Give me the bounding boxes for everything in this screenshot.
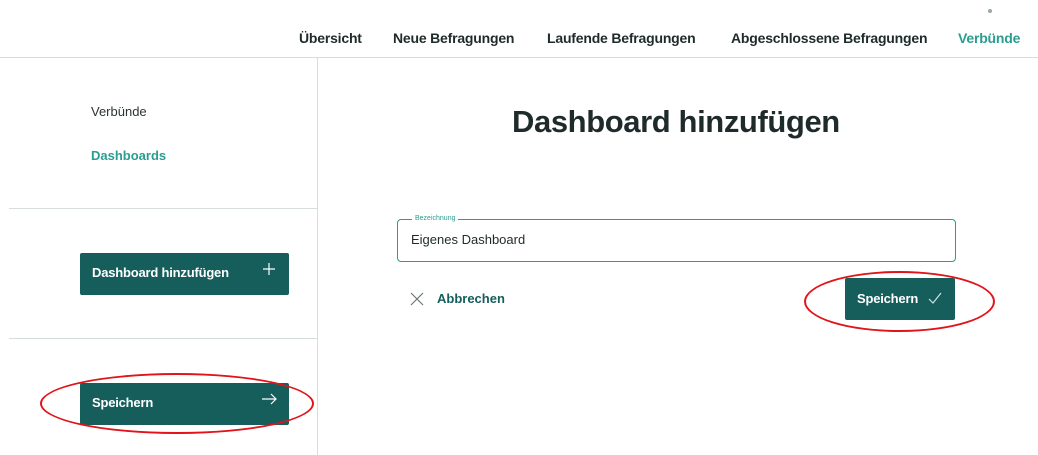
nav-item-new-surveys[interactable]: Neue Befragungen [393, 30, 514, 46]
sidebar-save-button[interactable]: Speichern [80, 383, 289, 425]
page-title: Dashboard hinzufügen [512, 104, 840, 139]
name-input[interactable] [411, 232, 931, 247]
sidebar-divider-2 [9, 338, 317, 339]
page: Übersicht Neue Befragungen Laufende Befr… [0, 0, 1038, 455]
sidebar-item-dashboards[interactable]: Dashboards [91, 148, 166, 163]
nav-item-completed-surveys[interactable]: Abgeschlossene Befragungen [731, 30, 927, 46]
save-button-label: Speichern [857, 291, 919, 306]
add-dashboard-button[interactable]: Dashboard hinzufügen [80, 253, 289, 295]
sidebar-item-networks[interactable]: Verbünde [91, 104, 147, 119]
checkmark-icon [928, 292, 942, 304]
name-field[interactable]: Bezeichnung [397, 214, 956, 262]
nav-item-running-surveys[interactable]: Laufende Befragungen [547, 30, 696, 46]
nav-item-networks[interactable]: Verbünde [958, 30, 1020, 46]
save-button[interactable]: Speichern [845, 278, 955, 320]
indicator-dot [988, 9, 992, 13]
sidebar-divider [9, 208, 317, 209]
top-navigation: Übersicht Neue Befragungen Laufende Befr… [0, 0, 1038, 58]
name-field-label: Bezeichnung [412, 214, 459, 224]
nav-item-overview[interactable]: Übersicht [299, 30, 362, 46]
add-dashboard-button-label: Dashboard hinzufügen [92, 265, 229, 280]
arrow-right-icon [262, 393, 277, 405]
sidebar-save-button-label: Speichern [92, 395, 154, 410]
plus-icon [263, 263, 275, 275]
close-icon [410, 292, 424, 306]
cancel-button-label: Abbrechen [437, 291, 505, 306]
sidebar: Verbünde Dashboards Dashboard hinzufügen… [0, 57, 318, 455]
